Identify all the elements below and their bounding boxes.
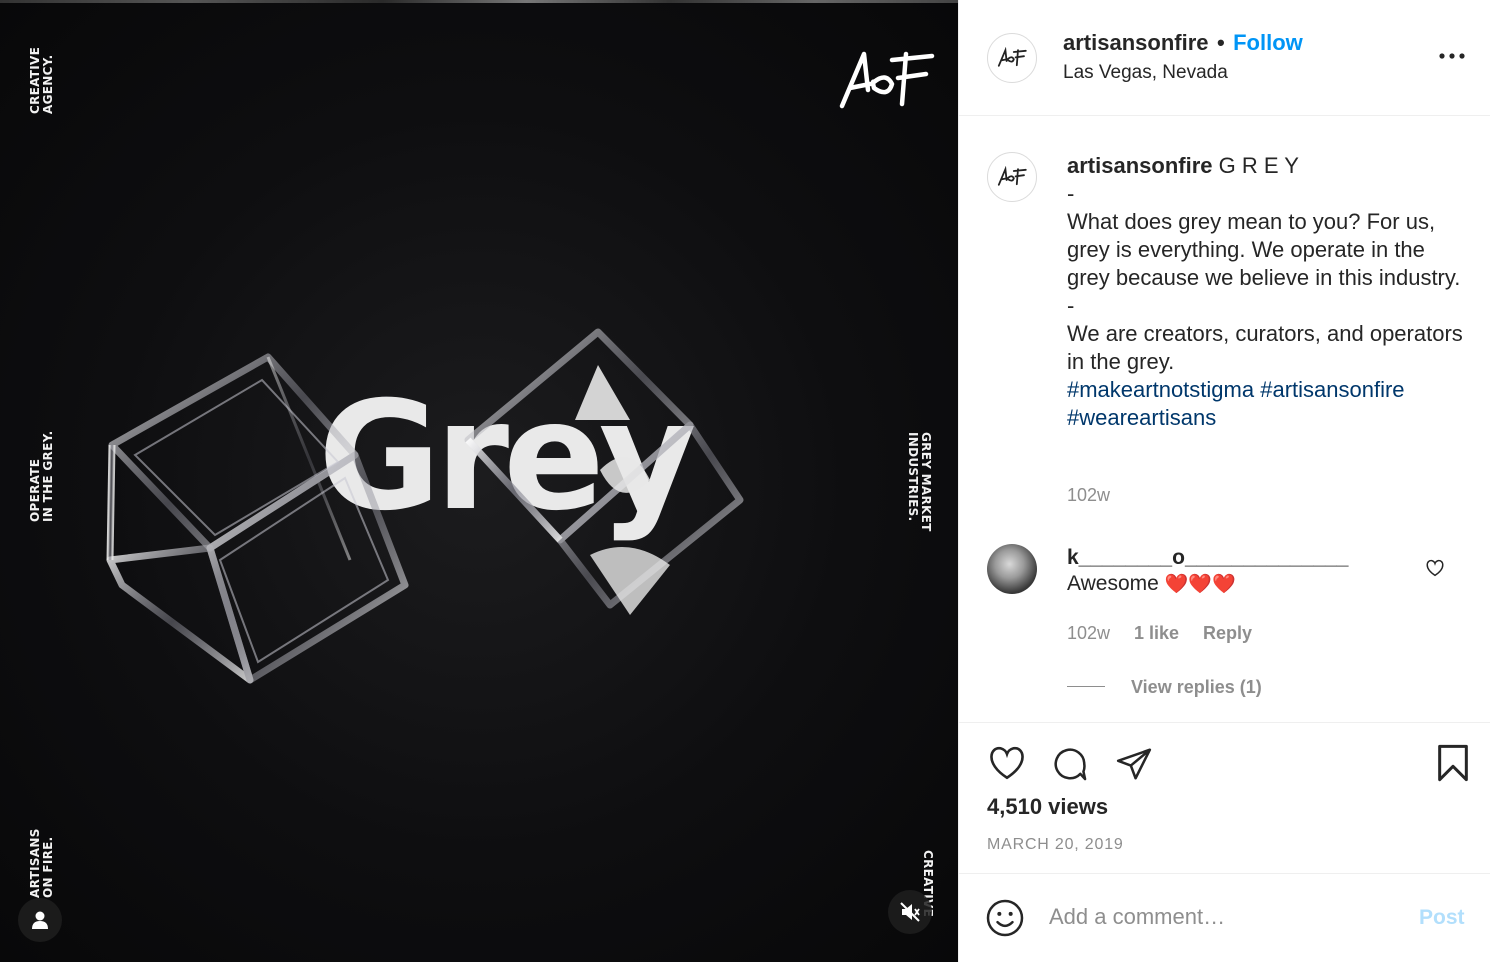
avatar[interactable] [987, 33, 1037, 83]
save-button[interactable] [1435, 743, 1471, 786]
header-username[interactable]: artisansonfire [1063, 30, 1209, 55]
emoji-picker-button[interactable] [985, 898, 1025, 941]
caption-title: G R E Y [1218, 153, 1299, 178]
comment-reply-button[interactable]: Reply [1203, 623, 1252, 644]
user-tag-icon [32, 911, 48, 929]
comment-emoji: ❤️❤️❤️ [1164, 574, 1236, 595]
view-count[interactable]: 4,510 views [987, 794, 1108, 820]
ellipsis-icon [1439, 53, 1465, 59]
heart-icon [990, 746, 1024, 780]
hashtag-link[interactable]: #artisansonfire [1260, 377, 1404, 402]
mute-toggle-button[interactable] [888, 890, 932, 934]
comment-likes[interactable]: 1 like [1134, 623, 1179, 644]
aof-logo [839, 51, 935, 109]
glass-cubes-graphic [106, 328, 744, 684]
commenter-username[interactable]: k________o______________ [1067, 546, 1348, 570]
caption-paragraph: What does grey mean to you? For us, grey… [1067, 209, 1461, 290]
follow-button[interactable]: Follow [1233, 30, 1303, 55]
caption-dash: - [1067, 293, 1075, 318]
comment-button[interactable] [1051, 745, 1089, 786]
hashtag-link[interactable]: #makeartnotstigma [1067, 377, 1254, 402]
comment-body: Awesome ❤️❤️❤️ [1067, 572, 1236, 596]
aof-avatar-logo [997, 166, 1027, 186]
caption-timestamp[interactable]: 102w [1067, 485, 1110, 506]
smiley-icon [986, 899, 1024, 937]
hashtag-link[interactable]: #weareartisans [1067, 405, 1216, 430]
more-options-button[interactable] [1439, 48, 1465, 63]
post-caption: artisansonfire G R E Y - What does grey … [1067, 152, 1467, 432]
muted-speaker-icon [900, 902, 920, 922]
view-replies-button[interactable]: View replies (1) [1131, 677, 1262, 698]
bookmark-icon [1438, 744, 1468, 782]
comment-input[interactable] [1049, 902, 1389, 932]
share-icon [1116, 748, 1152, 780]
tagged-users-button[interactable] [18, 898, 62, 942]
share-button[interactable] [1115, 745, 1153, 786]
heart-outline-icon [1426, 559, 1444, 577]
caption-username[interactable]: artisansonfire [1067, 153, 1213, 178]
post-comment-button[interactable]: Post [1419, 906, 1465, 930]
caption-paragraph: We are creators, curators, and operators… [1067, 321, 1463, 374]
post-media[interactable]: CREATIVE AGENCY. OPERATE IN THE GREY. AR… [0, 0, 958, 962]
post-header: artisansonfire • Follow Las Vegas, Nevad… [959, 0, 1490, 116]
like-button[interactable] [987, 745, 1027, 784]
comment-timestamp[interactable]: 102w [1067, 623, 1110, 644]
comment-text: Awesome [1067, 572, 1159, 595]
header-title-row: artisansonfire • Follow [1063, 30, 1303, 56]
replies-divider-line [1067, 686, 1105, 687]
aof-avatar-logo [997, 47, 1027, 67]
commenter-avatar[interactable] [987, 544, 1037, 594]
like-comment-button[interactable] [1425, 559, 1445, 580]
header-separator: • [1216, 30, 1225, 55]
header-location[interactable]: Las Vegas, Nevada [1063, 62, 1228, 84]
post-date[interactable]: MARCH 20, 2019 [987, 836, 1124, 854]
post-details-panel: artisansonfire • Follow Las Vegas, Nevad… [958, 0, 1490, 962]
caption-avatar[interactable] [987, 152, 1037, 202]
add-comment-bar: Post [959, 873, 1490, 962]
caption-dash: - [1067, 181, 1075, 206]
comment-icon [1054, 748, 1087, 781]
